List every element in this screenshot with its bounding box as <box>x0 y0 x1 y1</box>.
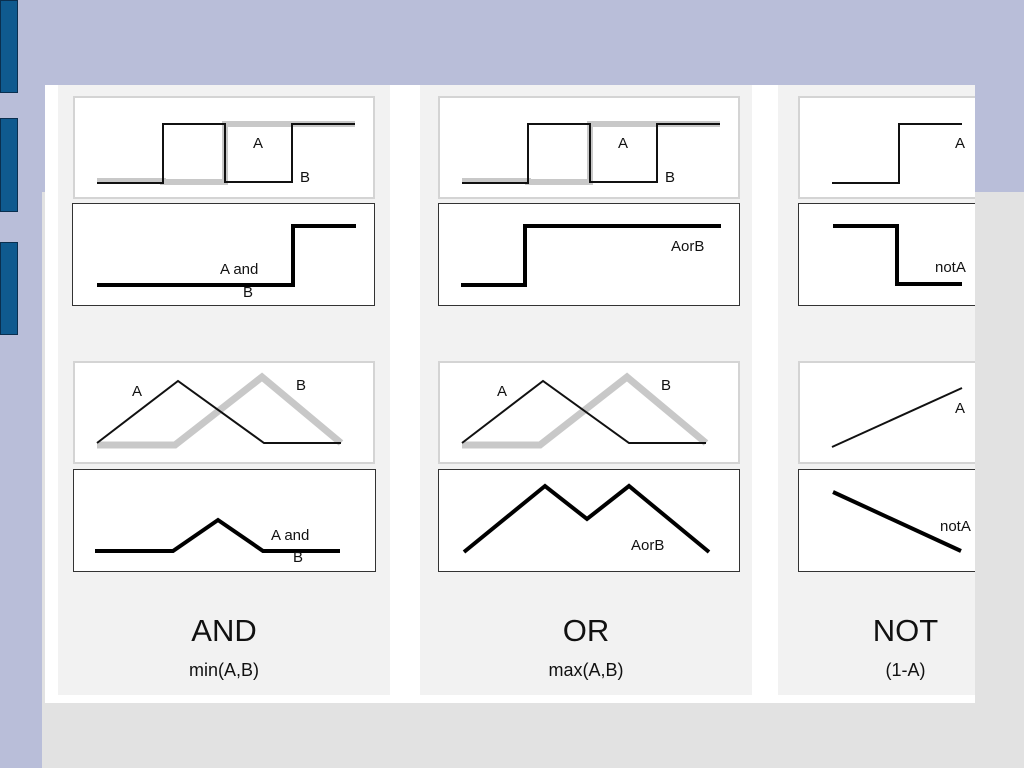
result-label-line1: A and <box>271 527 309 544</box>
series-a-line <box>831 387 963 448</box>
or-column: A B AorB A B AorB OR max(A,B) <box>420 85 752 695</box>
result-line <box>461 224 721 287</box>
series-a-line <box>97 123 355 184</box>
label-a: A <box>955 135 965 152</box>
and-fuzzy-inputs-plot: A B <box>96 372 344 449</box>
label-a: A <box>253 135 263 152</box>
result-label-line1: A and <box>220 261 258 278</box>
result-label-line1: AorB <box>631 537 664 554</box>
not-crisp-inputs-plot: A <box>832 123 965 184</box>
not-fuzzy-inputs-panel: A <box>798 361 975 464</box>
not-crisp-output-plot: notA <box>833 224 966 286</box>
not-fuzzy-inputs-plot: A <box>831 387 965 448</box>
and-title: AND <box>191 613 257 648</box>
and-crisp-output-plot: A and B <box>97 224 356 301</box>
and-crisp-inputs-panel: A B <box>73 96 375 199</box>
result-line <box>462 483 711 554</box>
not-crisp-output-panel: notA <box>798 203 975 306</box>
series-a-line <box>462 123 720 184</box>
side-tab-1[interactable] <box>0 0 18 93</box>
label-b: B <box>665 169 675 186</box>
or-crisp-output-panel: AorB <box>438 203 740 306</box>
label-a: A <box>132 383 142 400</box>
label-a: A <box>497 383 507 400</box>
or-crisp-inputs-plot: A B <box>462 121 720 186</box>
or-crisp-inputs-panel: A B <box>438 96 740 199</box>
not-title: NOT <box>872 613 939 648</box>
slide-image: A B A and B A B A and B AND min(A,B) A B… <box>45 85 975 703</box>
result-label-line1: AorB <box>671 238 704 255</box>
or-title: OR <box>562 613 610 648</box>
series-a-line <box>832 123 962 184</box>
not-column: A notA A notA NOT (1-A) <box>778 85 975 695</box>
not-formula: (1-A) <box>885 660 926 680</box>
or-fuzzy-output-plot: AorB <box>462 483 711 554</box>
or-fuzzy-inputs-panel: A B <box>438 361 740 464</box>
not-fuzzy-output-plot: notA <box>832 490 971 553</box>
label-b: B <box>300 169 310 186</box>
label-a: A <box>955 400 965 417</box>
not-fuzzy-output-panel: notA <box>798 469 975 572</box>
and-crisp-inputs-plot: A B <box>97 121 355 186</box>
and-crisp-output-panel: A and B <box>72 203 375 306</box>
or-fuzzy-inputs-plot: A B <box>461 372 709 449</box>
label-a: A <box>618 135 628 152</box>
result-label-line1: notA <box>940 518 971 535</box>
side-tab-2[interactable] <box>0 118 18 212</box>
not-crisp-inputs-panel: A <box>798 96 975 199</box>
or-formula: max(A,B) <box>548 660 624 680</box>
and-fuzzy-output-plot: A and B <box>95 517 340 566</box>
result-label-line1: notA <box>935 259 966 276</box>
side-tab-3[interactable] <box>0 242 18 335</box>
label-b: B <box>296 377 306 394</box>
and-formula: min(A,B) <box>188 660 259 680</box>
and-column: A B A and B A B A and B AND min(A,B) <box>58 85 390 695</box>
result-label-line2: B <box>293 549 303 566</box>
and-fuzzy-output-panel: A and B <box>73 469 376 572</box>
label-b: B <box>661 377 671 394</box>
result-label-line2: B <box>243 284 253 301</box>
or-fuzzy-output-panel: AorB <box>438 469 740 572</box>
and-fuzzy-inputs-panel: A B <box>73 361 375 464</box>
or-crisp-output-plot: AorB <box>461 224 721 287</box>
